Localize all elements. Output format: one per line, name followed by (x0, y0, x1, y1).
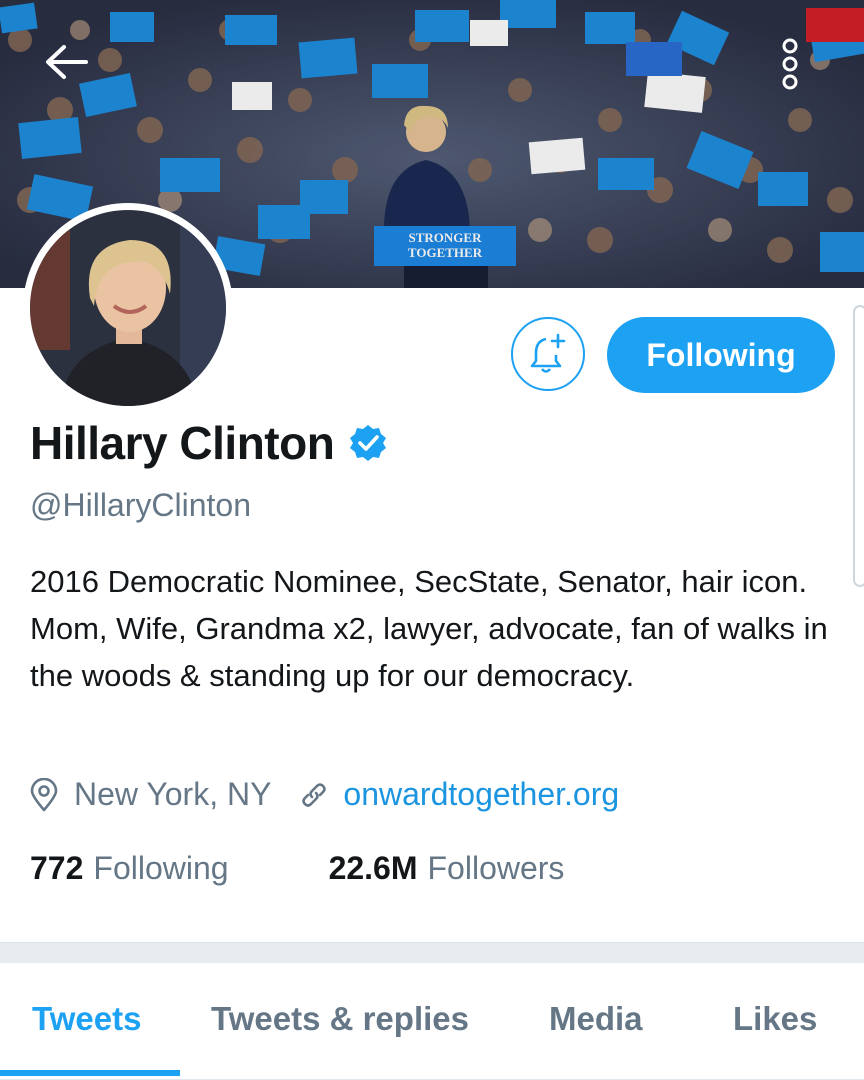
more-vertical-icon (782, 38, 798, 90)
arrow-left-icon (46, 45, 88, 79)
bell-plus-icon (530, 333, 566, 373)
website-link[interactable]: onwardtogether.org (343, 776, 619, 813)
back-button[interactable] (44, 44, 108, 108)
website-item[interactable]: onwardtogether.org (299, 776, 619, 813)
tab-media[interactable]: Media (549, 1000, 643, 1038)
following-count: 772 (30, 850, 84, 886)
following-stat[interactable]: 772 Following (30, 850, 229, 887)
tab-tweets-and-replies[interactable]: Tweets & replies (211, 1000, 469, 1038)
profile-name: Hillary Clinton (30, 417, 335, 469)
followers-stat[interactable]: 22.6M Followers (329, 850, 565, 887)
profile-meta: New York, NY onwardtogether.org (30, 776, 619, 813)
profile-stats: 772 Following 22.6M Followers (30, 850, 564, 887)
tab-tweets[interactable]: Tweets (32, 1000, 141, 1038)
link-icon (302, 782, 327, 807)
profile-handle: @HillaryClinton (30, 487, 251, 523)
profile-avatar[interactable] (23, 203, 233, 413)
scrollbar-thumb[interactable] (853, 305, 864, 587)
location-text: New York, NY (74, 776, 272, 812)
avatar-image (30, 210, 226, 406)
following-button[interactable]: Following (607, 317, 835, 393)
location-pin-icon (30, 777, 58, 811)
profile-name-row: Hillary Clinton (30, 416, 388, 470)
active-tab-indicator (0, 1070, 180, 1076)
profile-bio: 2016 Democratic Nominee, SecState, Senat… (30, 564, 828, 693)
profile-tabs: Tweets Tweets & replies Media Likes (0, 962, 864, 1080)
followers-count: 22.6M (328, 850, 418, 886)
verified-badge-icon (350, 425, 387, 461)
following-label: Following (93, 850, 229, 886)
tab-likes[interactable]: Likes (733, 1000, 817, 1038)
followers-label: Followers (427, 850, 565, 886)
location-item: New York, NY (30, 776, 271, 813)
section-divider (0, 942, 864, 963)
notifications-button[interactable] (511, 317, 585, 391)
more-options-button[interactable] (780, 38, 824, 102)
